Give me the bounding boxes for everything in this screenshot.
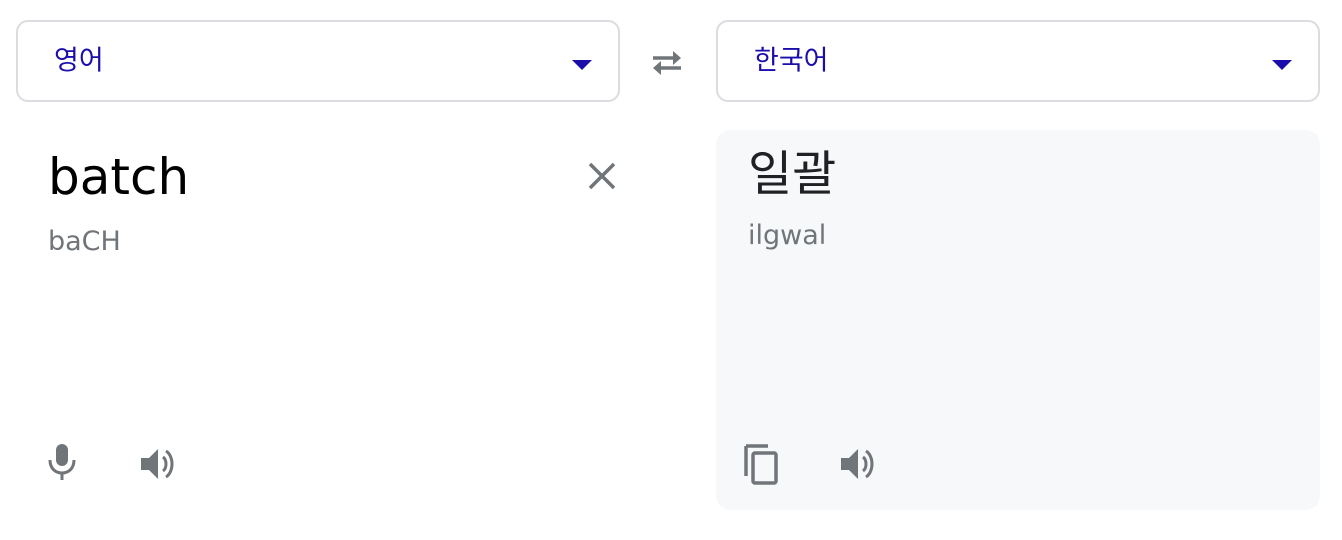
speaker-icon: [141, 449, 174, 479]
source-language-select[interactable]: 영어: [16, 20, 620, 102]
close-icon: [588, 162, 616, 190]
speaker-icon: [841, 449, 874, 479]
listen-translation-button[interactable]: [834, 440, 882, 488]
swap-languages-button[interactable]: [640, 40, 694, 86]
swap-icon: [653, 51, 681, 75]
target-language-label: 한국어: [754, 45, 829, 77]
target-language-select[interactable]: 한국어: [716, 20, 1320, 102]
source-transliteration: baCH: [48, 226, 121, 257]
translator-widget: 영어 한국어 batch baCH 일괄 ilgwal: [0, 0, 1342, 540]
target-transliteration: ilgwal: [748, 220, 827, 251]
clear-text-button[interactable]: [582, 156, 622, 196]
microphone-icon: [48, 444, 76, 480]
source-language-label: 영어: [54, 45, 104, 77]
copy-icon: [744, 444, 778, 485]
caret-down-icon: [572, 60, 592, 70]
voice-input-button[interactable]: [38, 438, 86, 486]
source-input-area[interactable]: batch baCH: [16, 130, 636, 510]
translated-text: 일괄: [748, 146, 837, 202]
source-text[interactable]: batch: [48, 150, 189, 205]
translation-result-area: 일괄 ilgwal: [716, 130, 1320, 510]
caret-down-icon: [1272, 60, 1292, 70]
listen-source-button[interactable]: [134, 440, 182, 488]
copy-translation-button[interactable]: [738, 440, 786, 488]
